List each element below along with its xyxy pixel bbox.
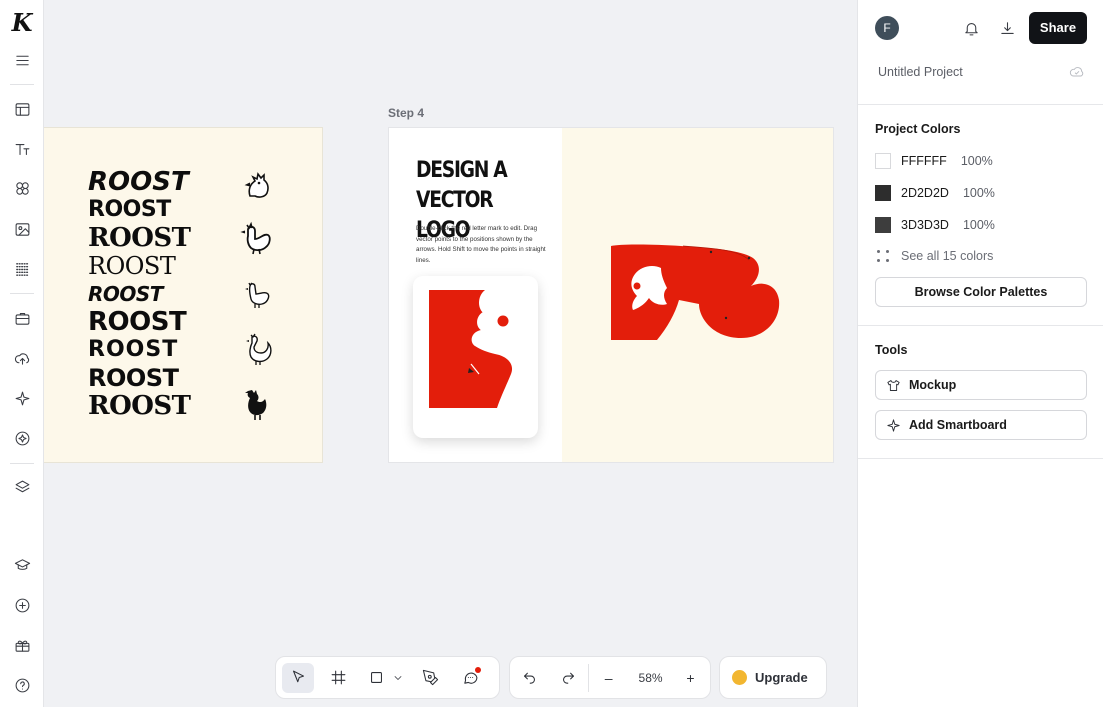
artboard-roost-variations[interactable]: ROOST ROOST ROOST ROOST ROOST ROOST ROOS… <box>44 127 323 463</box>
color-opacity: 100% <box>962 186 995 200</box>
color-row[interactable]: 2D2D2D 100% <box>875 184 995 202</box>
color-row[interactable]: FFFFFF 100% <box>875 152 993 170</box>
menu-icon[interactable] <box>10 48 34 72</box>
frame-tool-icon[interactable] <box>322 663 354 693</box>
app-logo[interactable]: K <box>10 10 34 36</box>
rail-divider <box>10 293 34 294</box>
panel-divider <box>858 104 1103 105</box>
zoom-in-button[interactable]: + <box>675 663 706 693</box>
mockup-button[interactable]: Mockup <box>875 370 1087 400</box>
roost-wordmark-list: ROOST ROOST ROOST ROOST ROOST ROOST ROOS… <box>88 168 191 420</box>
grid-dots-icon <box>875 249 889 263</box>
color-hex: FFFFFF <box>901 154 947 168</box>
color-swatch[interactable] <box>875 217 891 233</box>
upgrade-label: Upgrade <box>755 670 808 685</box>
roost-wordmark: ROOST <box>88 167 189 197</box>
shape-tool-icon[interactable] <box>362 663 390 693</box>
select-tool-icon[interactable] <box>282 662 314 693</box>
mockup-label: Mockup <box>909 378 957 392</box>
see-all-colors-link[interactable]: See all 15 colors <box>875 249 993 263</box>
rooster-head-icon <box>244 172 269 198</box>
crown-icon <box>732 670 747 685</box>
rail-divider <box>10 463 34 464</box>
properties-panel: F Share Untitled Project Project Colors … <box>857 0 1103 707</box>
rooster-solid-icon <box>245 390 267 420</box>
add-smartboard-label: Add Smartboard <box>909 418 1007 432</box>
bell-icon[interactable] <box>960 17 982 39</box>
color-swatch[interactable] <box>875 153 891 169</box>
letter-mark-preview <box>429 290 513 408</box>
design-title-line1: DESIGN A <box>416 158 508 183</box>
avatar[interactable]: F <box>875 16 899 40</box>
upgrade-toolbar: Upgrade <box>719 656 827 699</box>
layers-icon[interactable] <box>10 475 34 499</box>
roost-wordmark: ROOST <box>88 252 176 280</box>
learn-icon[interactable] <box>10 553 34 577</box>
rooster-outline-icon <box>246 333 272 365</box>
ai-icon[interactable] <box>10 426 34 450</box>
redo-icon[interactable] <box>553 663 584 693</box>
roost-wordmark: ROOST <box>88 391 191 421</box>
notification-dot <box>475 666 481 673</box>
roost-wordmark: ROOST <box>88 307 187 337</box>
sparkle-icon[interactable] <box>10 386 34 410</box>
browse-color-palettes-button[interactable]: Browse Color Palettes <box>875 277 1087 307</box>
vector-letter-mark[interactable] <box>599 238 799 378</box>
upload-icon[interactable] <box>10 346 34 370</box>
rail-divider <box>10 84 34 85</box>
zoom-level[interactable]: 58% <box>628 671 673 685</box>
toolbar-divider <box>588 663 590 692</box>
zoom-out-button[interactable]: – <box>593 663 624 693</box>
add-smartboard-button[interactable]: Add Smartboard <box>875 410 1087 440</box>
undo-icon[interactable] <box>514 663 545 693</box>
roost-wordmark: ROOST <box>88 282 163 306</box>
image-icon[interactable] <box>10 217 34 241</box>
see-all-colors-label: See all 15 colors <box>901 249 994 263</box>
design-instructions: Double-click the red letter mark to edit… <box>416 225 546 264</box>
tshirt-icon <box>887 379 900 391</box>
briefcase-icon[interactable] <box>10 306 34 330</box>
layout-icon[interactable] <box>10 97 34 121</box>
color-opacity: 100% <box>960 154 993 168</box>
pen-tool-icon[interactable] <box>414 663 446 693</box>
color-hex: 2D2D2D <box>901 186 949 200</box>
cloud-sync-icon <box>1069 64 1085 85</box>
text-icon[interactable] <box>10 137 34 161</box>
tutorial-card <box>413 276 538 438</box>
history-zoom-toolbar: – 58% + <box>509 656 711 699</box>
rooster-icon-column <box>240 166 280 441</box>
panel-divider <box>858 325 1103 326</box>
color-row[interactable]: 3D3D3D 100% <box>875 216 995 234</box>
comment-tool-icon[interactable] <box>454 663 486 693</box>
roost-wordmark: ROOST <box>88 364 179 392</box>
add-circle-icon[interactable] <box>10 593 34 617</box>
elements-icon[interactable] <box>10 176 34 200</box>
upgrade-button[interactable]: Upgrade <box>720 670 820 685</box>
tool-toolbar <box>275 656 500 699</box>
sparkle-icon <box>887 418 900 432</box>
download-icon[interactable] <box>996 17 1018 39</box>
roost-wordmark: ROOST <box>88 337 179 362</box>
project-colors-title: Project Colors <box>875 122 961 136</box>
project-name[interactable]: Untitled Project <box>878 65 963 79</box>
rooster-icon <box>240 221 271 255</box>
help-icon[interactable] <box>10 673 34 697</box>
panel-divider <box>858 458 1103 459</box>
roost-wordmark: ROOST <box>88 223 191 253</box>
roost-wordmark: ROOST <box>88 197 171 222</box>
gift-icon[interactable] <box>10 633 34 657</box>
hen-icon <box>245 282 270 308</box>
color-opacity: 100% <box>962 218 995 232</box>
chevron-down-icon[interactable] <box>390 663 406 693</box>
artboard-step-4[interactable]: DESIGN A VECTOR LOGO Double-click the re… <box>388 127 834 463</box>
artboard-step-label: Step 4 <box>388 106 425 120</box>
pattern-icon[interactable] <box>10 257 34 281</box>
left-rail: K <box>0 0 44 707</box>
color-hex: 3D3D3D <box>901 218 949 232</box>
share-button[interactable]: Share <box>1029 12 1087 44</box>
tools-title: Tools <box>875 343 908 357</box>
color-swatch[interactable] <box>875 185 891 201</box>
